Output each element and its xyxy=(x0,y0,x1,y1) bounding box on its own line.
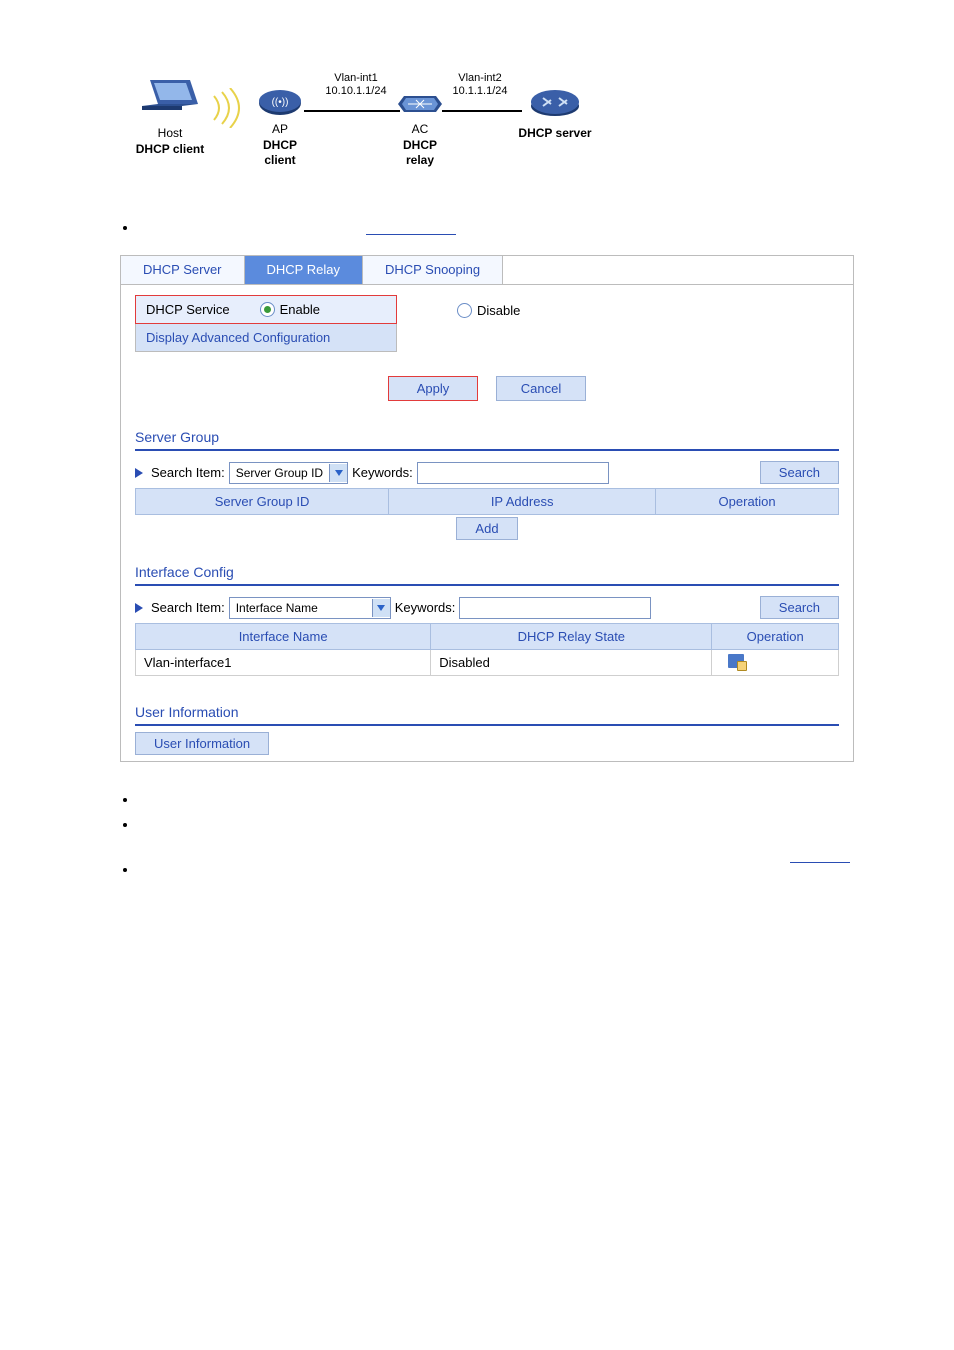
advanced-config-link[interactable]: Display Advanced Configuration xyxy=(135,324,397,352)
diagram-ac: AC DHCP relay xyxy=(390,90,450,169)
iface-keywords-label: Keywords: xyxy=(395,600,456,615)
ap-label-b: DHCP client xyxy=(250,138,310,169)
disable-label: Disable xyxy=(477,303,520,318)
iface-col-name: Interface Name xyxy=(136,624,431,650)
iface-col-op: Operation xyxy=(712,624,839,650)
dhcp-service-label: DHCP Service xyxy=(146,302,230,317)
sg-add-button[interactable]: Add xyxy=(456,517,517,540)
iface-table: Interface Name DHCP Relay State Operatio… xyxy=(135,623,839,676)
table-row: Vlan-interface1 Disabled xyxy=(136,650,839,676)
link-underline-2 xyxy=(790,862,850,863)
bullet-b2 xyxy=(138,817,854,832)
iface-row-state: Disabled xyxy=(431,650,712,676)
link1-label: Vlan-int110.10.1.1/24 xyxy=(316,72,396,98)
diagram-ap: ((•)) AP DHCP client xyxy=(250,90,310,169)
bullet-1 xyxy=(138,220,854,235)
radio-enable[interactable]: Enable xyxy=(260,302,320,317)
tab-dhcp-server[interactable]: DHCP Server xyxy=(121,256,245,284)
server-group-table: Server Group ID IP Address Operation xyxy=(135,488,839,515)
radio-unchecked-icon xyxy=(457,303,472,318)
bullet-b1 xyxy=(138,792,854,807)
iface-select-value: Interface Name xyxy=(230,601,324,615)
apply-button[interactable]: Apply xyxy=(388,376,478,401)
sg-search-item-select[interactable]: Server Group ID xyxy=(229,462,348,484)
radio-disable[interactable]: Disable xyxy=(457,303,520,318)
ac-label: AC xyxy=(390,122,450,138)
diagram-host: Host DHCP client xyxy=(120,80,220,157)
server-label: DHCP server xyxy=(510,126,600,142)
tab-bar: DHCP Server DHCP Relay DHCP Snooping xyxy=(121,255,853,285)
bullet-b3 xyxy=(138,862,854,877)
sg-keywords-label: Keywords: xyxy=(352,465,413,480)
sg-col-ip: IP Address xyxy=(389,489,656,515)
server-group-search-row: Search Item: Server Group ID Keywords: S… xyxy=(135,461,839,484)
sg-search-item-label: Search Item: xyxy=(151,465,225,480)
link1-line xyxy=(304,110,400,112)
dhcp-service-box: DHCP Service Enable xyxy=(135,295,397,324)
chevron-down-icon xyxy=(329,464,347,482)
iface-search-button[interactable]: Search xyxy=(760,596,839,619)
iface-col-state: DHCP Relay State xyxy=(431,624,712,650)
triangle-icon xyxy=(135,468,143,478)
sg-col-op: Operation xyxy=(656,489,839,515)
triangle-icon xyxy=(135,603,143,613)
iface-row-name: Vlan-interface1 xyxy=(136,650,431,676)
tab-dhcp-snooping[interactable]: DHCP Snooping xyxy=(363,256,503,284)
sg-select-value: Server Group ID xyxy=(230,466,329,480)
host-label: Host xyxy=(120,126,220,142)
dhcp-panel: DHCP Server DHCP Relay DHCP Snooping DHC… xyxy=(120,255,854,762)
sg-search-button[interactable]: Search xyxy=(760,461,839,484)
iface-search-item-select[interactable]: Interface Name xyxy=(229,597,391,619)
sg-keywords-input[interactable] xyxy=(417,462,609,484)
svg-text:((•)): ((•)) xyxy=(272,97,289,108)
cancel-button[interactable]: Cancel xyxy=(496,376,586,401)
iface-keywords-input[interactable] xyxy=(459,597,651,619)
chevron-down-icon xyxy=(372,599,390,617)
sg-col-id: Server Group ID xyxy=(136,489,389,515)
ac-label-b: DHCP relay xyxy=(390,138,450,169)
iface-search-item-label: Search Item: xyxy=(151,600,225,615)
link-underline-1 xyxy=(366,234,456,235)
doc-bullet-list-1 xyxy=(120,220,854,235)
tab-spacer xyxy=(503,256,853,284)
radio-checked-icon xyxy=(260,302,275,317)
diagram-server: DHCP server xyxy=(510,84,600,142)
edit-icon[interactable] xyxy=(728,654,744,668)
userinfo-button[interactable]: User Information xyxy=(135,732,269,755)
ap-label: AP xyxy=(250,122,310,138)
host-label-b: DHCP client xyxy=(120,142,220,158)
laptop-icon xyxy=(120,80,220,120)
server-group-title: Server Group xyxy=(135,429,839,445)
doc-bullet-list-2 xyxy=(120,792,854,877)
ap-icon: ((•)) xyxy=(250,90,310,116)
iface-search-row: Search Item: Interface Name Keywords: Se… xyxy=(135,596,839,619)
iface-title: Interface Config xyxy=(135,564,839,580)
link2-label: Vlan-int210.1.1.1/24 xyxy=(440,72,520,98)
enable-label: Enable xyxy=(280,302,320,317)
router-icon xyxy=(510,84,600,118)
tab-dhcp-relay[interactable]: DHCP Relay xyxy=(245,256,363,284)
userinfo-title: User Information xyxy=(135,704,839,720)
network-diagram: Host DHCP client ((•)) AP DHCP clien xyxy=(120,60,854,180)
